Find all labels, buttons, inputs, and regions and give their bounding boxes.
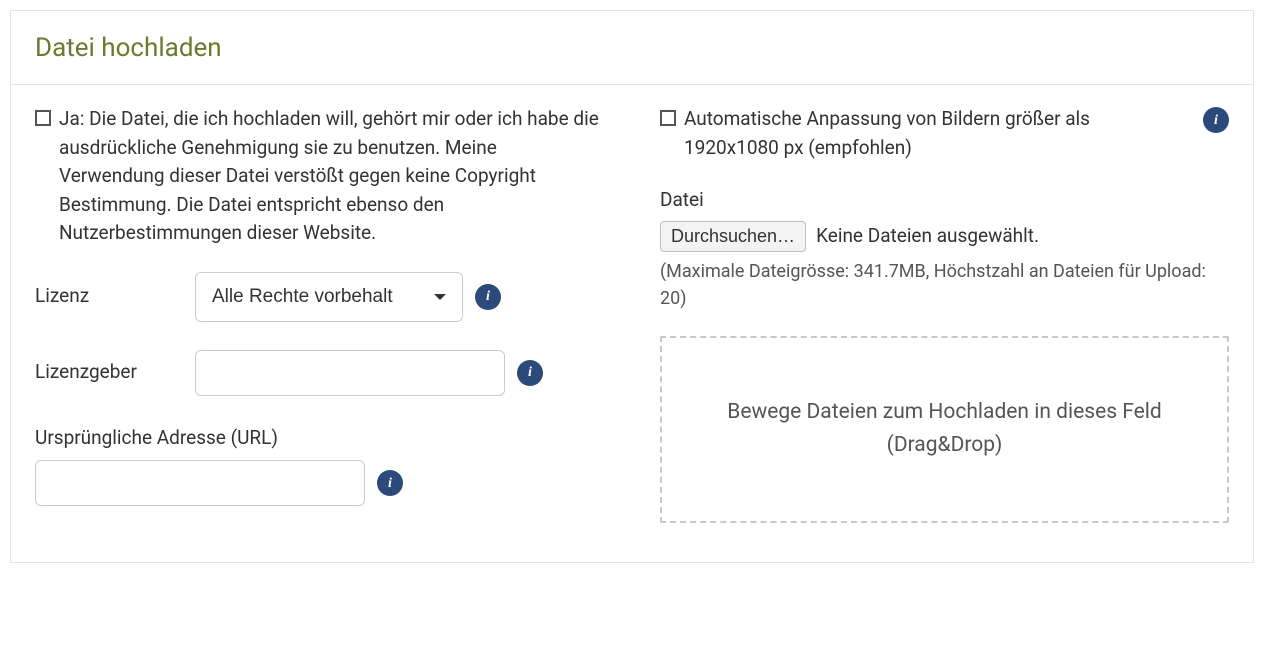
autoresize-checkbox[interactable] — [660, 110, 676, 126]
file-section: Datei Durchsuchen… Keine Dateien ausgewä… — [660, 186, 1229, 523]
licensor-row: Lizenzgeber i — [35, 350, 604, 396]
original-url-input[interactable] — [35, 460, 365, 506]
autoresize-checkbox-label: Automatische Anpassung von Bildern größe… — [684, 105, 1181, 162]
upload-panel: Datei hochladen Ja: Die Datei, die ich h… — [10, 10, 1254, 563]
file-status-text: Keine Dateien ausgewählt. — [816, 222, 1039, 251]
file-label: Datei — [660, 186, 1229, 215]
panel-header: Datei hochladen — [11, 11, 1253, 85]
ownership-checkbox[interactable] — [35, 110, 51, 126]
browse-button[interactable]: Durchsuchen… — [660, 221, 806, 252]
licensor-label: Lizenzgeber — [35, 358, 183, 387]
ownership-checkbox-label: Ja: Die Datei, die ich hochladen will, g… — [59, 105, 604, 248]
info-icon[interactable]: i — [1203, 107, 1229, 133]
file-size-hint: (Maximale Dateigrösse: 341.7MB, Höchstza… — [660, 258, 1229, 312]
left-column: Ja: Die Datei, die ich hochladen will, g… — [35, 105, 604, 534]
licensor-input[interactable] — [195, 350, 505, 396]
info-icon[interactable]: i — [475, 284, 501, 310]
license-select-wrap: Alle Rechte vorbehalt — [195, 272, 463, 322]
panel-title: Datei hochladen — [35, 29, 1229, 68]
panel-body: Ja: Die Datei, die ich hochladen will, g… — [11, 85, 1253, 562]
info-icon[interactable]: i — [377, 470, 403, 496]
original-url-input-row: i — [35, 460, 604, 506]
file-picker-row: Durchsuchen… Keine Dateien ausgewählt. — [660, 221, 1229, 252]
original-url-label: Ursprüngliche Adresse (URL) — [35, 424, 604, 453]
license-select-value: Alle Rechte vorbehalt — [212, 286, 393, 308]
info-icon[interactable]: i — [517, 360, 543, 386]
license-label: Lizenz — [35, 282, 183, 311]
autoresize-checkbox-row: Automatische Anpassung von Bildern größe… — [660, 105, 1229, 162]
right-column: Automatische Anpassung von Bildern größe… — [660, 105, 1229, 534]
license-select[interactable]: Alle Rechte vorbehalt — [195, 272, 463, 322]
license-row: Lizenz Alle Rechte vorbehalt i — [35, 272, 604, 322]
ownership-checkbox-row: Ja: Die Datei, die ich hochladen will, g… — [35, 105, 604, 248]
original-url-row: Ursprüngliche Adresse (URL) i — [35, 424, 604, 507]
file-dropzone[interactable]: Bewege Dateien zum Hochladen in dieses F… — [660, 336, 1229, 523]
